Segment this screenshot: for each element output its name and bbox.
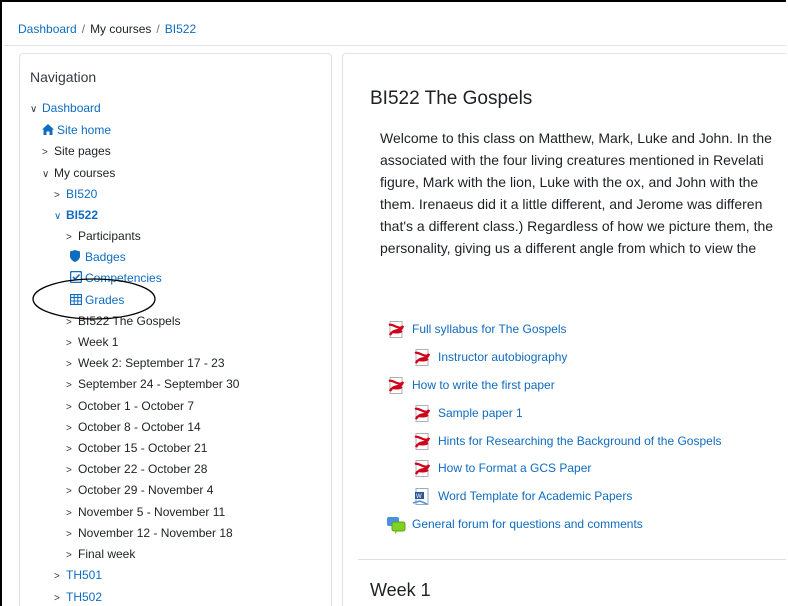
- breadcrumb: Dashboard / My courses / BI522: [18, 22, 196, 36]
- summary-line: Welcome to this class on Matthew, Mark, …: [380, 130, 772, 146]
- summary-line: figure, Mark with the lion, Luke with th…: [380, 174, 759, 190]
- table-icon: [69, 293, 83, 309]
- pdf-icon: [388, 320, 405, 338]
- activity-word-template[interactable]: W Word Template for Academic Papers: [412, 487, 632, 505]
- pdf-icon: [388, 376, 405, 394]
- breadcrumb-separator: /: [156, 22, 160, 36]
- summary-line: personality, giving us a different angle…: [380, 240, 757, 256]
- chevron-right-icon: >: [66, 444, 72, 455]
- nav-item-participants[interactable]: > Participants: [66, 228, 141, 244]
- nav-item-final-week[interactable]: > Final week: [66, 546, 135, 562]
- breadcrumb-bi522[interactable]: BI522: [165, 22, 196, 36]
- nav-item-badges[interactable]: Badges: [70, 249, 126, 265]
- nav-item-grades[interactable]: Grades: [69, 292, 124, 309]
- nav-item-nov-12[interactable]: > November 12 - November 18: [66, 525, 233, 541]
- navigation-block: Navigation ∨ Dashboard Site home > Site pa…: [19, 53, 332, 606]
- chevron-right-icon: >: [54, 593, 60, 604]
- nav-item-week-2[interactable]: > Week 2: September 17 - 23: [66, 355, 225, 371]
- breadcrumb-bar: Dashboard / My courses / BI522: [4, 4, 786, 46]
- activity-format-gcs[interactable]: How to Format a GCS Paper: [412, 459, 591, 477]
- nav-item-my-courses[interactable]: ∨ My courses: [42, 165, 115, 181]
- pdf-icon: [414, 432, 431, 450]
- nav-item-site-pages[interactable]: > Site pages: [42, 143, 111, 159]
- nav-item-oct-22[interactable]: > October 22 - October 28: [66, 461, 207, 477]
- summary-line: associated with the four living creature…: [380, 152, 764, 168]
- summary-line: them. Irenaeus did it a little different…: [380, 196, 763, 212]
- course-content: BI522 The Gospels Welcome to this class …: [342, 53, 786, 606]
- summary-line: that's a different class.) Regardless of…: [380, 218, 774, 234]
- chevron-down-icon: ∨: [54, 211, 62, 222]
- checkbox-icon: [69, 270, 83, 287]
- course-summary: Welcome to this class on Matthew, Mark, …: [380, 127, 786, 259]
- activity-how-to-write[interactable]: How to write the first paper: [386, 376, 555, 394]
- chevron-right-icon: >: [66, 402, 72, 413]
- nav-item-week-1[interactable]: > Week 1: [66, 334, 118, 350]
- nav-item-oct-15[interactable]: > October 15 - October 21: [66, 440, 207, 456]
- nav-item-section-general[interactable]: > BI522 The Gospels: [66, 313, 181, 329]
- chevron-right-icon: >: [66, 529, 72, 540]
- nav-item-competencies[interactable]: Competencies: [69, 270, 162, 287]
- word-icon: W: [412, 487, 429, 505]
- activity-sample-paper[interactable]: Sample paper 1: [412, 404, 523, 422]
- chevron-right-icon: >: [66, 508, 72, 519]
- breadcrumb-separator: /: [81, 22, 86, 36]
- nav-item-site-home[interactable]: Site home: [42, 122, 111, 138]
- nav-item-sep-24[interactable]: > September 24 - September 30: [66, 376, 239, 392]
- forum-icon: [387, 516, 406, 534]
- chevron-right-icon: >: [66, 317, 72, 328]
- home-icon: [42, 123, 54, 139]
- activity-general-forum[interactable]: General forum for questions and comments: [386, 515, 643, 534]
- chevron-right-icon: >: [66, 423, 72, 434]
- nav-item-oct-29[interactable]: > October 29 - November 4: [66, 482, 213, 498]
- nav-item-th502[interactable]: > TH502: [54, 589, 102, 605]
- pdf-icon: [414, 404, 431, 422]
- chevron-down-icon: ∨: [30, 104, 38, 115]
- chevron-right-icon: >: [54, 190, 60, 201]
- page-frame: Dashboard / My courses / BI522 Navigation ∨ D…: [0, 0, 786, 606]
- nav-item-bi520[interactable]: > BI520: [54, 186, 97, 202]
- course-title: BI522 The Gospels: [370, 88, 533, 109]
- pdf-icon: [414, 459, 431, 477]
- chevron-right-icon: >: [54, 571, 60, 582]
- pdf-icon: [414, 348, 431, 366]
- section-title-week-1: Week 1: [370, 580, 431, 600]
- nav-item-th501[interactable]: > TH501: [54, 567, 102, 583]
- chevron-right-icon: >: [66, 338, 72, 349]
- shield-icon: [70, 250, 82, 266]
- chevron-down-icon: ∨: [42, 169, 50, 180]
- chevron-right-icon: >: [66, 380, 72, 391]
- nav-item-nov-5[interactable]: > November 5 - November 11: [66, 504, 225, 520]
- section-divider: [358, 559, 786, 560]
- breadcrumb-my-courses: My courses: [90, 22, 152, 36]
- chevron-right-icon: >: [42, 147, 48, 158]
- nav-item-dashboard[interactable]: ∨ Dashboard: [30, 100, 101, 116]
- activity-hints[interactable]: Hints for Researching the Background of …: [412, 432, 722, 450]
- activity-instructor-autobiography[interactable]: Instructor autobiography: [412, 348, 567, 366]
- activity-full-syllabus[interactable]: Full syllabus for The Gospels: [386, 320, 567, 338]
- chevron-right-icon: >: [66, 550, 72, 561]
- svg-text:W: W: [416, 494, 422, 500]
- nav-item-oct-1[interactable]: > October 1 - October 7: [66, 398, 194, 414]
- chevron-right-icon: >: [66, 232, 72, 243]
- chevron-right-icon: >: [66, 486, 72, 497]
- nav-item-bi522[interactable]: ∨ BI522: [54, 207, 98, 223]
- chevron-right-icon: >: [66, 359, 72, 370]
- navigation-title: Navigation: [30, 69, 97, 85]
- breadcrumb-dashboard[interactable]: Dashboard: [18, 22, 77, 36]
- nav-item-oct-8[interactable]: > October 8 - October 14: [66, 419, 201, 435]
- chevron-right-icon: >: [66, 465, 72, 476]
